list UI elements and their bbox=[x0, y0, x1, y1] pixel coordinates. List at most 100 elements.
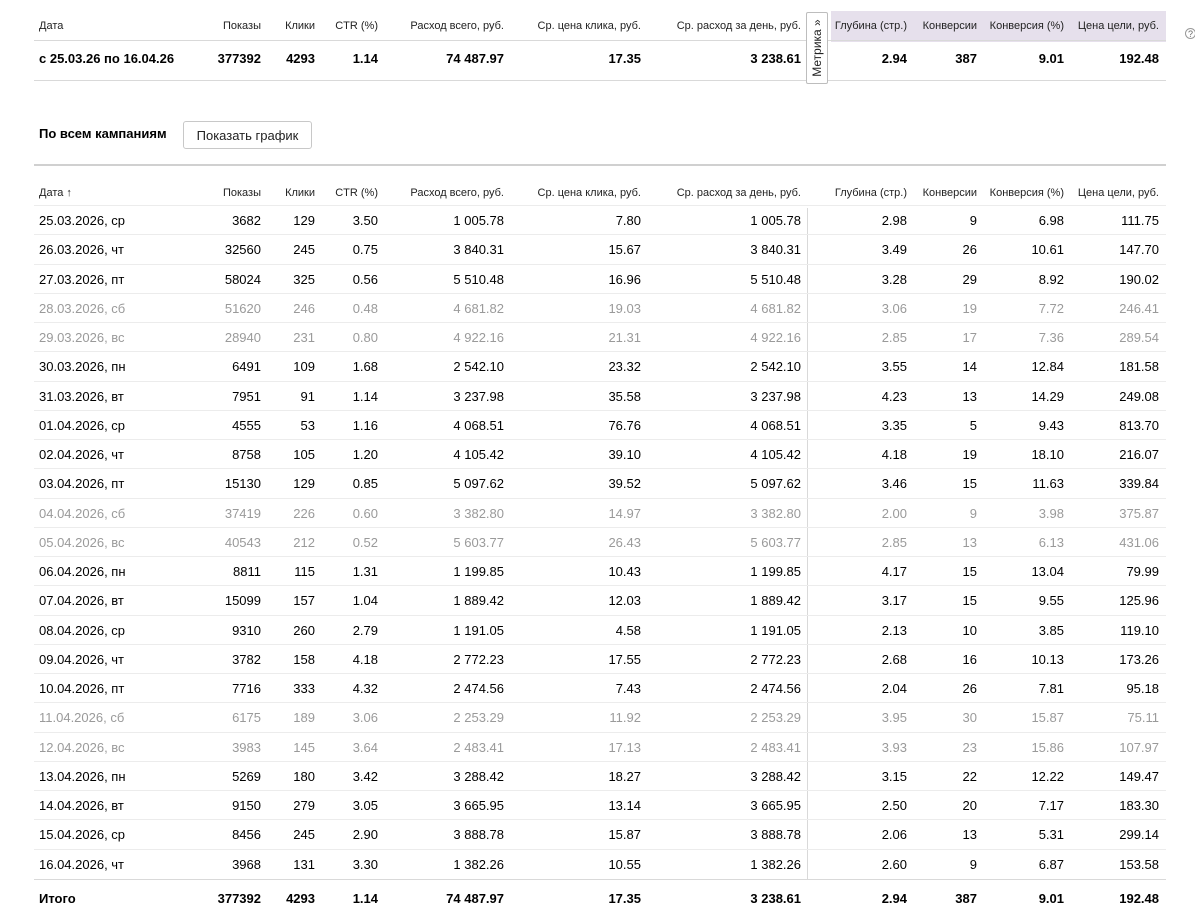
show-chart-button[interactable]: Показать график bbox=[183, 121, 312, 149]
row-cell-conv-rate: 6.13 bbox=[1038, 534, 1064, 550]
summary-block: Дата Показы Клики CTR (%) Расход всего, руб.… bbox=[34, 8, 1195, 84]
row-cell-depth: 4.18 bbox=[881, 447, 907, 462]
column-header-cost[interactable]: Расход всего, руб. bbox=[410, 186, 504, 200]
column-header-impressions[interactable]: Показы bbox=[223, 186, 261, 200]
row-cell-cpa: 183.30 bbox=[1119, 798, 1159, 813]
row-cell-clicks: 231 bbox=[293, 330, 315, 345]
row-cell-conv: 20 bbox=[962, 798, 977, 813]
row-cell-depth: 3.28 bbox=[881, 271, 907, 287]
summary-cell-clicks: 4293 bbox=[286, 51, 315, 66]
summary-header-cost: Расход всего, руб. bbox=[410, 20, 504, 32]
row-cell-ctr: 3.50 bbox=[352, 213, 378, 228]
row-cell-cost: 1 005.78 bbox=[453, 213, 504, 228]
summary-cell-depth: 2.94 bbox=[881, 51, 907, 66]
total-cell-daily: 3 238.61 bbox=[750, 890, 801, 906]
row-cell-impressions: 4555 bbox=[232, 417, 261, 433]
row-cell-daily: 1 382.26 bbox=[750, 856, 801, 872]
row-cell-depth: 3.95 bbox=[881, 710, 907, 726]
row-cell-impressions: 6491 bbox=[232, 359, 261, 375]
row-cell-ctr: 1.04 bbox=[352, 593, 378, 609]
row-cell-daily: 3 237.98 bbox=[750, 388, 801, 404]
row-cell-cpc: 17.13 bbox=[608, 739, 641, 755]
row-cell-impressions: 7716 bbox=[232, 681, 261, 696]
row-divider bbox=[34, 760, 1166, 762]
row-cell-cpa: 246.41 bbox=[1119, 300, 1159, 316]
row-cell-conv: 13 bbox=[962, 388, 977, 404]
column-header-ctr[interactable]: CTR (%) bbox=[335, 186, 378, 200]
row-cell-ctr: 1.14 bbox=[352, 388, 378, 404]
row-cell-ctr: 1.20 bbox=[352, 447, 378, 462]
row-cell-clicks: 129 bbox=[293, 476, 315, 492]
row-cell-date: 05.04.2026, вс bbox=[39, 534, 125, 550]
row-cell-impressions: 3968 bbox=[232, 856, 261, 872]
row-cell-daily: 4 105.42 bbox=[750, 447, 801, 462]
row-cell-clicks: 333 bbox=[293, 681, 315, 696]
row-divider bbox=[34, 205, 1166, 206]
row-cell-impressions: 9310 bbox=[232, 622, 261, 638]
total-cell-impressions: 377392 bbox=[217, 890, 261, 906]
row-cell-ctr: 0.60 bbox=[352, 505, 378, 521]
column-header-daily[interactable]: Ср. расход за день, руб. bbox=[677, 186, 801, 200]
row-cell-cost: 2 542.10 bbox=[453, 359, 504, 375]
summary-cell-date: с 25.03.26 по 16.04.26 bbox=[39, 51, 175, 66]
row-cell-cost: 3 288.42 bbox=[453, 768, 504, 784]
row-cell-date: 09.04.2026, чт bbox=[39, 651, 125, 667]
row-cell-daily: 2 772.23 bbox=[750, 651, 801, 667]
row-cell-daily: 1 005.78 bbox=[750, 213, 801, 228]
column-header-conv-rate[interactable]: Конверсия (%) bbox=[990, 186, 1064, 200]
row-cell-cpa: 107.97 bbox=[1119, 739, 1159, 755]
row-cell-clicks: 260 bbox=[293, 622, 315, 638]
row-cell-conv-rate: 13.04 bbox=[1031, 564, 1064, 579]
metrika-toggle-button[interactable]: Метрика » bbox=[806, 12, 828, 84]
summary-cell-ctr: 1.14 bbox=[352, 51, 378, 66]
row-cell-impressions: 37419 bbox=[224, 505, 261, 521]
row-cell-depth: 2.85 bbox=[881, 534, 907, 550]
column-header-depth[interactable]: Глубина (стр.) bbox=[835, 186, 907, 200]
row-cell-cpa: 249.08 bbox=[1119, 388, 1159, 404]
row-cell-cost: 3 237.98 bbox=[453, 388, 504, 404]
row-divider bbox=[34, 497, 1166, 499]
row-cell-cost: 4 681.82 bbox=[453, 300, 504, 316]
column-header-clicks[interactable]: Клики bbox=[285, 186, 315, 200]
row-cell-cost: 5 603.77 bbox=[453, 534, 504, 550]
row-cell-depth: 3.17 bbox=[881, 593, 907, 609]
row-cell-cost: 4 068.51 bbox=[453, 417, 504, 433]
column-header-conv[interactable]: Конверсии bbox=[923, 186, 977, 200]
column-header-cpa[interactable]: Цена цели, руб. bbox=[1078, 186, 1159, 200]
row-cell-conv-rate: 11.63 bbox=[1032, 476, 1064, 492]
row-cell-cpc: 13.14 bbox=[608, 798, 641, 813]
row-cell-impressions: 15099 bbox=[224, 593, 261, 609]
row-cell-ctr: 1.68 bbox=[352, 359, 378, 375]
help-icon[interactable]: ? bbox=[1185, 28, 1195, 39]
column-header-date[interactable]: Дата ↑ bbox=[39, 186, 72, 200]
row-cell-conv-rate: 7.36 bbox=[1038, 330, 1064, 345]
row-cell-conv-rate: 12.84 bbox=[1031, 359, 1064, 375]
row-cell-daily: 1 889.42 bbox=[750, 593, 801, 609]
row-cell-conv: 13 bbox=[962, 534, 977, 550]
row-divider bbox=[34, 614, 1166, 616]
row-cell-date: 07.04.2026, вт bbox=[39, 593, 124, 609]
row-cell-cpc: 21.31 bbox=[608, 330, 641, 345]
row-cell-date: 01.04.2026, ср bbox=[39, 417, 126, 433]
row-cell-conv-rate: 15.86 bbox=[1031, 739, 1064, 755]
row-cell-cpc: 10.55 bbox=[608, 856, 641, 872]
column-header-cpc[interactable]: Ср. цена клика, руб. bbox=[538, 186, 641, 200]
row-cell-clicks: 246 bbox=[293, 300, 315, 316]
row-cell-cpa: 190.02 bbox=[1119, 271, 1159, 287]
row-cell-cpc: 10.43 bbox=[608, 564, 641, 579]
row-cell-cpc: 39.10 bbox=[608, 447, 641, 462]
summary-header-daily: Ср. расход за день, руб. bbox=[676, 20, 801, 32]
summary-cell-cpc: 17.35 bbox=[608, 51, 641, 66]
row-cell-cpc: 17.55 bbox=[608, 651, 641, 667]
row-cell-clicks: 131 bbox=[293, 856, 315, 872]
row-cell-ctr: 0.56 bbox=[352, 271, 378, 287]
row-cell-ctr: 1.31 bbox=[352, 564, 378, 579]
row-cell-cost: 1 889.42 bbox=[453, 593, 504, 609]
row-cell-ctr: 0.48 bbox=[352, 300, 378, 316]
summary-cell-cpa: 192.48 bbox=[1119, 51, 1159, 66]
total-cell-ctr: 1.14 bbox=[352, 890, 378, 906]
row-cell-ctr: 3.05 bbox=[352, 798, 378, 813]
row-cell-impressions: 15130 bbox=[224, 476, 261, 492]
row-cell-ctr: 1.16 bbox=[352, 417, 378, 433]
row-cell-cpa: 125.96 bbox=[1119, 593, 1159, 609]
